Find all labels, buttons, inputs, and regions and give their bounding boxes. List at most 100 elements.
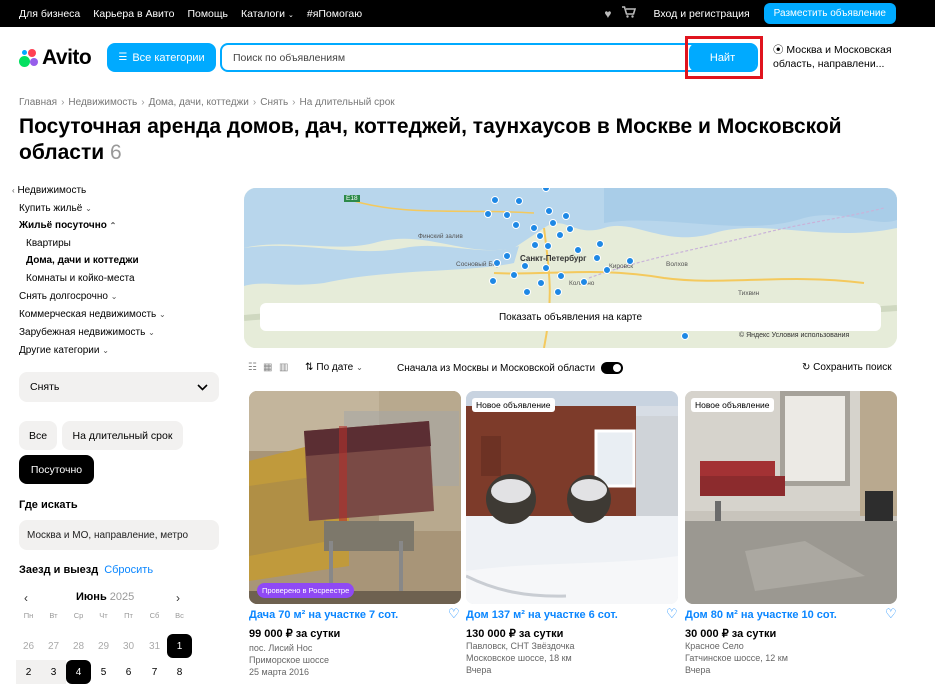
page-title-text: Посуточная аренда домов, дач, коттеджей,…	[19, 115, 842, 164]
where-title: Где искать	[19, 499, 78, 511]
post-ad-button[interactable]: Разместить объявление	[763, 3, 896, 24]
chevron-right-icon: ›	[252, 97, 257, 108]
location-text: Москва и Московская область, направлени.…	[773, 44, 892, 70]
listing-title[interactable]: Дом 80 м² на участке 10 сот.	[685, 609, 837, 621]
listing-image[interactable]: Новое объявление	[466, 391, 678, 604]
heart-icon[interactable]: ♥	[604, 7, 611, 21]
listing-price: 130 000 ₽ за сутки	[466, 628, 564, 640]
breadcrumb-home[interactable]: Главная	[19, 97, 57, 108]
calendar-day-selected[interactable]: 1	[167, 634, 192, 658]
link-help[interactable]: Помощь	[187, 8, 228, 20]
listing-photo	[685, 391, 897, 604]
favorite-heart-icon[interactable]: ♡	[885, 606, 897, 622]
breadcrumb-long-term[interactable]: На длительный срок	[300, 97, 395, 108]
sidebar-item-other[interactable]: Другие категории ⌄	[19, 345, 109, 356]
sidebar-long-rent-label: Снять долгосрочно	[19, 291, 108, 302]
new-listing-badge: Новое объявление	[691, 398, 774, 412]
calendar-day[interactable]: 5	[91, 660, 116, 684]
cart-icon[interactable]	[621, 6, 636, 21]
deal-type-value: Снять	[30, 381, 60, 393]
link-career[interactable]: Карьера в Авито	[93, 8, 174, 20]
moscow-first-label: Сначала из Москвы и Московской области	[397, 362, 596, 374]
weekday-label: Сб	[149, 611, 160, 620]
chevron-left-icon: ‹	[12, 186, 15, 195]
favorite-heart-icon[interactable]: ♡	[448, 606, 460, 622]
weekday-label: Вс	[175, 611, 184, 620]
sidebar-item-flats[interactable]: Квартиры	[26, 238, 71, 249]
weekday-label: Ср	[73, 611, 84, 620]
page-title: Посуточная аренда домов, дач, коттеджей,…	[19, 114, 909, 166]
listing-price: 30 000 ₽ за сутки	[685, 628, 777, 640]
calendar-month: Июнь 2025	[76, 591, 134, 603]
sort-dropdown[interactable]: ⇅ По дате ⌄	[305, 362, 363, 373]
logo-dots	[19, 48, 39, 68]
verified-badge: Проверено в Росреестре	[257, 583, 355, 598]
results-count: 6	[110, 141, 122, 164]
sidebar-item-daily[interactable]: Жильё посуточно ⌃	[19, 220, 116, 231]
sidebar-item-long-rent[interactable]: Снять долгосрочно ⌄	[19, 291, 117, 302]
all-categories-button[interactable]: ☰ Все категории	[107, 43, 216, 72]
show-on-map-button[interactable]: Показать объявления на карте	[260, 303, 881, 331]
location-selector[interactable]: ⦿ Москва и Московская область, направлен…	[773, 43, 923, 71]
listing-title[interactable]: Дом 137 м² на участке 6 сот.	[466, 609, 618, 621]
pill-daily[interactable]: Посуточно	[19, 455, 94, 484]
grid-view-icon[interactable]: ▦	[263, 362, 272, 373]
listing-direction: Московское шоссе, 18 км	[466, 653, 572, 663]
moscow-first-toggle-row: Сначала из Москвы и Московской области	[397, 362, 624, 374]
sort-icon: ⇅	[305, 362, 314, 373]
weekday-label: Вт	[49, 611, 58, 620]
login-link[interactable]: Вход и регистрация	[654, 8, 750, 20]
calendar-day[interactable]: 7	[142, 660, 167, 684]
listing-image[interactable]: Новое объявление	[685, 391, 897, 604]
listing-title[interactable]: Дача 70 м² на участке 7 сот.	[249, 609, 398, 621]
listing-image[interactable]: Проверено в Росреестре	[249, 391, 461, 604]
menu-icon: ☰	[118, 52, 128, 63]
list-view-icon[interactable]: ☷	[248, 362, 257, 373]
new-listing-badge: Новое объявление	[472, 398, 555, 412]
search-input[interactable]: Поиск по объявлениям	[220, 43, 758, 72]
calendar-day[interactable]: 8	[167, 660, 192, 684]
weekday-label: Пт	[124, 611, 133, 620]
location-pin-icon: ⦿	[773, 44, 784, 56]
link-help-charity[interactable]: #яПомогаю	[307, 8, 362, 20]
link-business[interactable]: Для бизнеса	[19, 8, 80, 20]
moscow-first-toggle[interactable]	[601, 362, 624, 374]
calendar-day: 26	[22, 640, 35, 652]
map-attribution[interactable]: © Яндекс Условия использования	[739, 332, 849, 339]
map-view-icon[interactable]: ▥	[279, 362, 288, 373]
calendar-day: 27	[47, 640, 60, 652]
calendar-prev-button[interactable]: ‹	[24, 591, 28, 605]
sidebar-item-rooms[interactable]: Комнаты и койко-места	[26, 273, 135, 284]
find-button[interactable]: Найт	[689, 43, 756, 72]
deal-type-select[interactable]: Снять	[19, 372, 219, 402]
breadcrumb-realty[interactable]: Недвижимость	[68, 97, 137, 108]
link-catalogs[interactable]: Каталоги ⌄	[241, 8, 294, 20]
pill-all[interactable]: Все	[19, 421, 57, 450]
sidebar-item-foreign[interactable]: Зарубежная недвижимость ⌄	[19, 327, 155, 338]
breadcrumb-rent[interactable]: Снять	[260, 97, 288, 108]
weekday-label: Чт	[99, 611, 108, 620]
breadcrumb: Главная › Недвижимость › Дома, дачи, котте…	[19, 97, 395, 108]
breadcrumb-houses[interactable]: Дома, дачи, коттеджи	[149, 97, 249, 108]
listing-date: 25 марта 2016	[249, 667, 310, 677]
favorite-heart-icon[interactable]: ♡	[666, 606, 678, 622]
reset-dates-link[interactable]: Сбросить	[104, 564, 153, 576]
calendar-next-button[interactable]: ›	[176, 591, 180, 605]
listing-date: Вчера	[685, 665, 711, 675]
pill-long-term[interactable]: На длительный срок	[62, 421, 183, 450]
sidebar-foreign-label: Зарубежная недвижимость	[19, 327, 146, 338]
where-input[interactable]: Москва и МО, направление, метро	[19, 520, 219, 550]
dates-title-label: Заезд и выезд	[19, 564, 99, 576]
save-search-button[interactable]: ↻ Сохранить поиск	[802, 362, 892, 373]
chevron-down-icon	[197, 383, 208, 391]
calendar-day[interactable]: 6	[116, 660, 141, 684]
avito-logo[interactable]: Avito	[19, 44, 92, 72]
sidebar-item-commercial[interactable]: Коммерческая недвижимость ⌄	[19, 309, 166, 320]
top-bar: Для бизнеса Карьера в Авито Помощь Катал…	[0, 0, 935, 27]
sidebar-item-houses[interactable]: Дома, дачи и коттеджи	[26, 255, 139, 266]
calendar-day-in-range[interactable]: 3	[41, 660, 66, 684]
calendar-day-in-range[interactable]: 2	[16, 660, 41, 684]
sidebar-item-buy[interactable]: Купить жильё ⌄	[19, 203, 92, 214]
calendar-day-selected[interactable]: 4	[66, 660, 91, 684]
sidebar-back-realty[interactable]: ‹ Недвижимость	[12, 185, 86, 196]
